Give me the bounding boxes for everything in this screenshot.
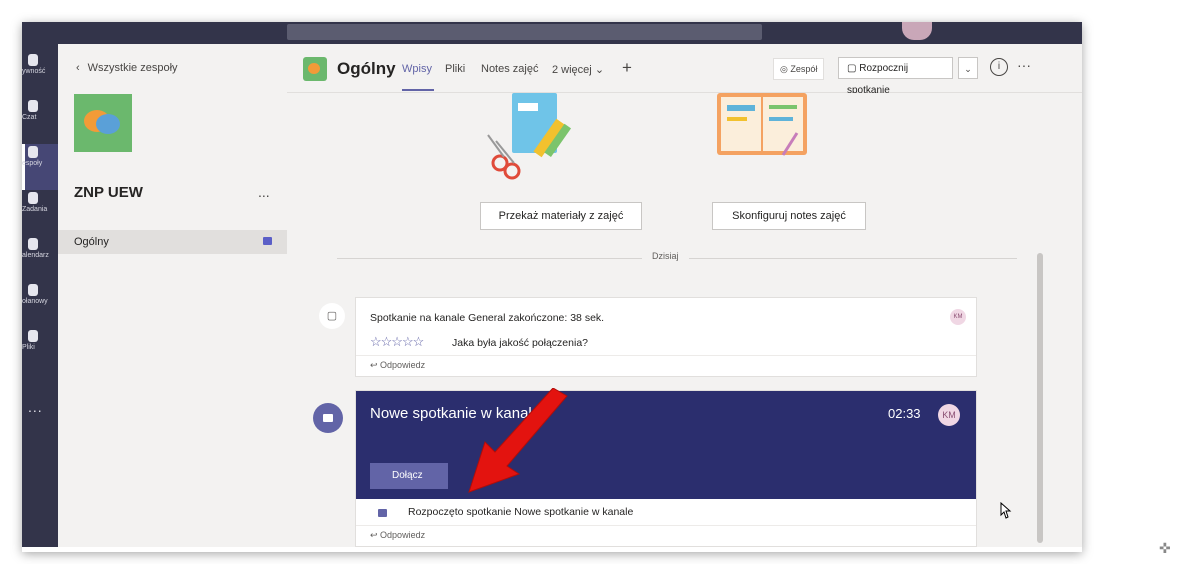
teams-panel: ‹ Wszystkie zespoły ZNP UEW ... Ogólny — [58, 44, 288, 547]
meeting-dropdown-button[interactable]: ⌄ — [958, 57, 978, 79]
rail-label: Zadania — [22, 206, 48, 213]
team-button[interactable]: ◎ Zespół — [773, 58, 825, 80]
video-camera-icon — [378, 509, 387, 517]
video-camera-icon: ▢ — [847, 63, 860, 74]
team-logo — [74, 94, 132, 152]
rail-label: Czat — [22, 114, 37, 121]
quality-question: Jaka była jakość połączenia? — [452, 337, 588, 349]
rail-item-chat[interactable]: Czat — [22, 98, 58, 144]
tab-more-label: 2 więcej — [552, 64, 592, 76]
red-arrow-annotation — [468, 388, 568, 493]
info-icon[interactable]: i — [990, 58, 1008, 76]
share-materials-button[interactable]: Przekaż materiały z zajęć — [480, 202, 642, 230]
rail-item-files[interactable]: Pliki — [22, 328, 58, 374]
more-options-icon[interactable]: ··· — [1017, 57, 1031, 73]
date-label: Dzisiaj — [642, 251, 689, 261]
meeting-timer: 02:33 — [888, 406, 921, 421]
rail-label: ywność — [22, 68, 46, 75]
user-avatar[interactable] — [902, 22, 932, 40]
divider — [356, 525, 976, 526]
rail-item-assignments[interactable]: Zadania — [22, 190, 58, 236]
app-rail: ywność Czat espoły Zadania alendarz ołan… — [22, 44, 58, 547]
avatar: KM — [938, 404, 960, 426]
search-bar[interactable] — [287, 24, 762, 40]
join-meeting-button[interactable]: Dołącz — [370, 463, 448, 489]
channel-label: Ogólny — [74, 236, 109, 248]
divider — [356, 355, 976, 356]
channel-title: Ogólny — [337, 59, 396, 78]
channel-logo — [303, 57, 327, 81]
video-camera-icon — [263, 237, 272, 245]
rating-stars[interactable]: ☆☆☆☆☆ — [370, 334, 424, 350]
tab-posts[interactable]: Wpisy — [402, 63, 432, 75]
chevron-down-icon: ⌄ — [964, 64, 972, 74]
message-card: Spotkanie na kanale General zakończone: … — [355, 297, 977, 377]
title-bar — [22, 22, 1082, 44]
active-tab-indicator — [402, 89, 434, 91]
rail-label: Pliki — [22, 344, 35, 351]
crosshair-icon: ✜ — [1159, 540, 1171, 556]
add-tab-button[interactable]: + — [622, 58, 632, 78]
open-notebook-illustration — [717, 93, 807, 156]
chat-icon — [28, 100, 38, 112]
configure-notebook-button[interactable]: Skonfiguruj notes zajęć — [712, 202, 866, 230]
meeting-banner: Nowe spotkanie w kanale 02:33 KM Dołącz — [356, 391, 976, 499]
screenshot-photo: pu ywność Czat espoły Zadania — [0, 0, 1190, 564]
back-to-all-teams[interactable]: ‹ Wszystkie zespoły — [76, 62, 178, 74]
back-label: Wszystkie zespoły — [87, 62, 178, 74]
channel-item-general[interactable]: Ogólny — [58, 230, 287, 254]
assignments-icon — [28, 192, 38, 204]
bell-icon — [28, 54, 38, 66]
reply-label: Odpowiedz — [380, 360, 426, 370]
chevron-left-icon: ‹ — [76, 62, 80, 74]
chat-bubble-icon — [96, 114, 120, 134]
rail-item-calendar[interactable]: alendarz — [22, 236, 58, 282]
eye-icon: ◎ — [780, 64, 791, 74]
rail-item-calls[interactable]: ołanowy — [22, 282, 58, 328]
file-icon — [28, 330, 38, 342]
team-more-options-icon[interactable]: ... — [258, 184, 270, 200]
rail-label: espoły — [22, 160, 43, 167]
scrollbar[interactable] — [1037, 253, 1043, 543]
more-apps-icon[interactable]: ... — [28, 399, 43, 415]
start-meeting-button[interactable]: ▢ Rozpocznij spotkanie — [838, 57, 953, 96]
team-button-label: Zespół — [790, 64, 818, 74]
reply-icon: ↩ — [370, 530, 381, 540]
tab-files[interactable]: Pliki — [445, 63, 465, 75]
channel-header: Ogólny Wpisy Pliki Notes zajęć 2 więcej … — [287, 44, 1082, 96]
reply-icon: ↩ — [370, 360, 381, 370]
rail-item-teams[interactable]: espoły — [22, 144, 58, 190]
message-text: Spotkanie na kanale General zakończone: … — [370, 312, 605, 324]
meeting-video-icon — [313, 403, 343, 433]
conversation-area: Przekaż materiały z zajęć Skonfiguruj no… — [287, 93, 1082, 547]
reply-link[interactable]: ↩ Odpowiedz — [370, 360, 425, 371]
rail-item-activity[interactable]: ywność — [22, 52, 58, 98]
meeting-ended-icon: ▢ — [319, 303, 345, 329]
rail-label: alendarz — [22, 252, 49, 259]
rail-label: ołanowy — [22, 298, 48, 305]
notebook-scissors-illustration — [487, 93, 572, 180]
calendar-icon — [28, 238, 38, 250]
tab-class-notebook[interactable]: Notes zajęć — [481, 63, 538, 75]
reply-link[interactable]: ↩ Odpowiedz — [370, 530, 425, 541]
meeting-card: Nowe spotkanie w kanale 02:33 KM Dołącz … — [355, 390, 977, 547]
teams-icon — [28, 146, 38, 158]
meeting-started-text: Rozpoczęto spotkanie Nowe spotkanie w ka… — [408, 506, 634, 518]
reply-label: Odpowiedz — [380, 530, 426, 540]
chevron-down-icon: ⌄ — [594, 64, 605, 76]
team-name: ZNP UEW — [74, 184, 143, 201]
mouse-cursor-icon — [1000, 502, 1012, 519]
teams-window: ywność Czat espoły Zadania alendarz ołan… — [22, 22, 1082, 547]
avatar: KM — [950, 309, 966, 325]
tab-more[interactable]: 2 więcej ⌄ — [552, 63, 604, 76]
phone-icon — [28, 284, 38, 296]
